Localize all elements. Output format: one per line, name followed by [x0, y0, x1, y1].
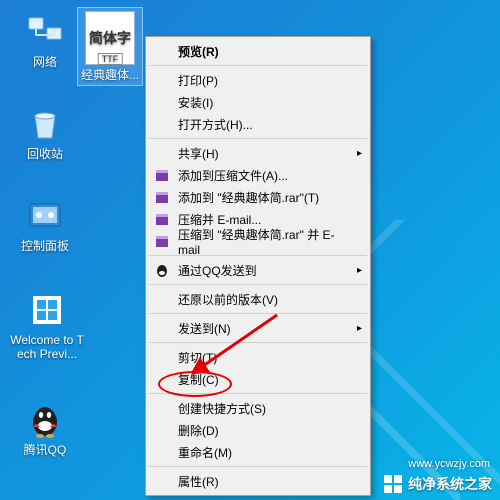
watermark-logo-icon — [384, 475, 402, 493]
watermark-text: 纯净系统之家 — [408, 474, 492, 494]
icon-font-file[interactable]: 简体字 TTF 经典趣体... — [78, 8, 142, 85]
menu-rename[interactable]: 重命名(M) — [148, 441, 368, 463]
watermark-url: www.ycwzjy.com — [408, 458, 490, 470]
menu-separator — [149, 342, 367, 343]
control-panel-icon — [25, 196, 65, 236]
desktop[interactable]: 网络 简体字 TTF 经典趣体... 回收站 控制面板 Welcome to T… — [0, 0, 500, 500]
watermark: 纯净系统之家 — [384, 474, 492, 494]
icon-welcome[interactable]: Welcome to Tech Previ... — [8, 290, 86, 361]
menu-restore-versions[interactable]: 还原以前的版本(V) — [148, 288, 368, 310]
menu-separator — [149, 466, 367, 467]
icon-label: 网络 — [10, 55, 80, 69]
rar-icon — [154, 211, 170, 227]
rar-icon — [154, 233, 170, 249]
menu-separator — [149, 65, 367, 66]
menu-compress-rar-email[interactable]: 压缩到 "经典趣体简.rar" 并 E-mail — [148, 230, 368, 252]
context-menu: 预览(R) 打印(P) 安装(I) 打开方式(H)... 共享(H) 添加到压缩… — [145, 36, 371, 496]
icon-label: 腾讯QQ — [10, 443, 80, 457]
menu-separator — [149, 393, 367, 394]
menu-separator — [149, 313, 367, 314]
windows-icon — [27, 290, 67, 330]
icon-recycle-bin[interactable]: 回收站 — [10, 104, 80, 161]
file-ext-badge: TTF — [98, 53, 123, 65]
menu-add-to-archive[interactable]: 添加到压缩文件(A)... — [148, 164, 368, 186]
menu-cut[interactable]: 剪切(T) — [148, 346, 368, 368]
menu-copy[interactable]: 复制(C) — [148, 368, 368, 390]
icon-label: 回收站 — [10, 147, 80, 161]
icon-label: 经典趣体... — [78, 68, 142, 82]
rar-icon — [154, 167, 170, 183]
network-icon — [25, 12, 65, 52]
rar-icon — [154, 189, 170, 205]
menu-send-to[interactable]: 发送到(N) — [148, 317, 368, 339]
icon-qq[interactable]: 腾讯QQ — [10, 400, 80, 457]
qq-icon — [25, 400, 65, 440]
icon-network[interactable]: 网络 — [10, 12, 80, 69]
icon-control-panel[interactable]: 控制面板 — [10, 196, 80, 253]
menu-delete[interactable]: 删除(D) — [148, 419, 368, 441]
icon-label: 控制面板 — [10, 239, 80, 253]
menu-install[interactable]: 安装(I) — [148, 91, 368, 113]
menu-separator — [149, 284, 367, 285]
menu-share[interactable]: 共享(H) — [148, 142, 368, 164]
menu-qq-send[interactable]: 通过QQ发送到 — [148, 259, 368, 281]
menu-create-shortcut[interactable]: 创建快捷方式(S) — [148, 397, 368, 419]
menu-preview[interactable]: 预览(R) — [148, 40, 368, 62]
menu-properties[interactable]: 属性(R) — [148, 470, 368, 492]
menu-open-with[interactable]: 打开方式(H)... — [148, 113, 368, 135]
menu-separator — [149, 138, 367, 139]
recycle-bin-icon — [25, 104, 65, 144]
menu-add-to-rar[interactable]: 添加到 "经典趣体简.rar"(T) — [148, 186, 368, 208]
qq-small-icon — [154, 262, 170, 278]
menu-print[interactable]: 打印(P) — [148, 69, 368, 91]
icon-label: Welcome to Tech Previ... — [8, 333, 86, 361]
